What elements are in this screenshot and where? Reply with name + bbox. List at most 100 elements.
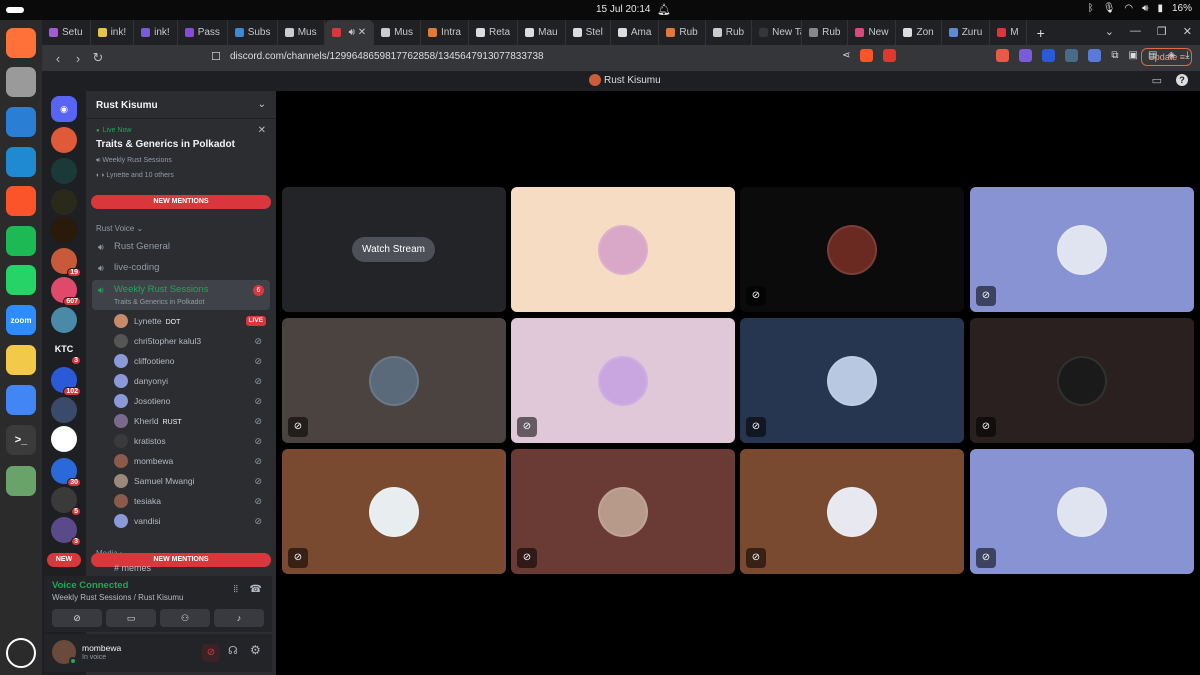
extension-icon[interactable] — [1088, 49, 1102, 62]
show-apps-icon[interactable] — [6, 638, 36, 668]
terminal-icon[interactable]: >_ — [6, 425, 36, 455]
server-icon[interactable]: 102 — [51, 367, 81, 396]
participant-tile[interactable]: ⊘ — [970, 318, 1194, 443]
participant-tile[interactable]: ⊘ — [970, 187, 1194, 312]
extension-icon[interactable] — [1019, 49, 1033, 62]
voice-location[interactable]: Weekly Rust Sessions / Rust Kisumu — [52, 593, 183, 602]
server-icon[interactable] — [51, 158, 77, 184]
spotify-icon[interactable] — [6, 226, 36, 256]
url-field[interactable]: discord.com/channels/1299648659817762858… — [230, 51, 544, 62]
stream-tile[interactable]: Watch Stream — [282, 187, 506, 312]
browser-tab[interactable]: ink! — [134, 20, 178, 45]
restore-button[interactable]: ❐ — [1157, 25, 1167, 38]
server-icon[interactable] — [51, 189, 77, 215]
server-icon[interactable]: 19 — [51, 248, 81, 277]
server-icon[interactable]: 🐱 — [51, 426, 77, 452]
forward-icon[interactable]: › — [68, 51, 88, 66]
browser-tab[interactable]: Reta — [469, 20, 519, 45]
server-icon[interactable] — [51, 217, 77, 243]
browser-tab[interactable]: Mus — [278, 20, 325, 45]
firefox-icon[interactable] — [6, 28, 36, 58]
discord-home-icon[interactable]: ◉ — [51, 96, 77, 122]
close-icon[interactable]: ✕ — [258, 125, 266, 136]
participant-tile[interactable] — [511, 187, 735, 312]
voice-member[interactable]: Josotieno ⊘ — [114, 392, 270, 410]
extension-icon[interactable] — [996, 49, 1010, 62]
brave-icon[interactable] — [6, 186, 36, 216]
participant-tile[interactable]: ⊘ — [511, 318, 735, 443]
voice-member[interactable]: cliffootieno ⊘ — [114, 352, 270, 370]
extension-icon[interactable] — [1065, 49, 1079, 62]
os-clock[interactable]: 15 Jul 20:14 — [596, 4, 651, 15]
category-rust-voice[interactable]: Rust Voice ⌄ — [96, 224, 143, 233]
channel-live-coding[interactable]: 🔊︎ live-coding — [92, 258, 270, 278]
brave-rewards-icon[interactable] — [883, 49, 897, 62]
server-icon[interactable]: 5 — [51, 487, 81, 516]
server-icon[interactable] — [51, 127, 77, 153]
participant-tile[interactable]: ⊘ — [740, 318, 964, 443]
browser-tab[interactable]: New — [848, 20, 897, 45]
new-mentions-top[interactable]: NEW MENTIONS — [91, 195, 271, 209]
extension-icon[interactable] — [1042, 49, 1056, 62]
share-icon[interactable]: ⋖ — [842, 50, 850, 61]
gear-icon[interactable]: ⚙ — [250, 643, 261, 657]
channel-rust-general[interactable]: 🔊︎ Rust General — [92, 237, 270, 257]
channel-memes[interactable]: # memes — [114, 563, 151, 573]
browser-tab[interactable]: Stel — [566, 20, 611, 45]
voice-member[interactable]: Lynette DOT LIVE — [114, 312, 270, 330]
inbox-icon[interactable]: ▭ — [1152, 74, 1162, 87]
text-editor-icon[interactable] — [6, 345, 36, 375]
browser-tab[interactable]: Ama — [611, 20, 660, 45]
voice-member[interactable]: mombewa ⊘ — [114, 452, 270, 470]
browser-tab[interactable]: Zuru — [942, 20, 991, 45]
writer-icon[interactable] — [6, 107, 36, 137]
participant-tile[interactable]: ⊘ — [282, 318, 506, 443]
browser-tab[interactable]: Rub — [659, 20, 706, 45]
close-window-button[interactable]: ✕ — [1183, 25, 1192, 38]
server-icon[interactable]: 30 — [51, 458, 81, 487]
browser-tab[interactable]: Zon — [896, 20, 942, 45]
server-icon[interactable] — [51, 397, 77, 423]
server-icon[interactable]: KTC 3 — [51, 336, 81, 365]
bookmark-icon[interactable]: ☐ — [211, 50, 221, 63]
browser-tab[interactable]: M — [990, 20, 1027, 45]
voice-member[interactable]: Samuel Mwangi ⊘ — [114, 472, 270, 490]
browser-tab[interactable]: ink! — [91, 20, 135, 45]
participant-tile[interactable]: ⊘ — [511, 449, 735, 574]
camera-off-button[interactable]: ⊘ — [52, 609, 102, 627]
mic-muted-icon[interactable]: ⊘ — [202, 644, 220, 662]
reload-icon[interactable]: ↻ — [88, 50, 108, 66]
server-icon[interactable]: 607 — [51, 277, 81, 306]
live-event-card[interactable]: Live Now ✕ Traits & Generics in Polkadot… — [90, 123, 272, 185]
participant-tile[interactable]: ⊘ — [282, 449, 506, 574]
user-name[interactable]: mombewa — [82, 643, 121, 653]
browser-tab[interactable]: Subs — [228, 20, 278, 45]
bell-icon[interactable]: 🔔︎ — [657, 3, 671, 16]
system-tray[interactable]: ᛒ 🎙︎ ◠ 🔊︎ ▮ 16% — [1088, 3, 1192, 14]
tab-audio-close-icon[interactable]: 🔊︎ ✕ — [349, 27, 366, 38]
share-screen-button[interactable]: ▭ — [106, 609, 156, 627]
participant-tile[interactable]: ⊘ — [970, 449, 1194, 574]
brave-shields-icon[interactable] — [860, 49, 874, 62]
soundboard-button[interactable]: ♪ — [214, 609, 264, 627]
browser-tab[interactable]: 🔊︎ ✕ — [324, 20, 375, 45]
server-icon[interactable]: 3 — [51, 517, 81, 546]
participant-tile[interactable]: ⊘ — [740, 187, 964, 312]
browser-tab[interactable]: Rub — [706, 20, 753, 45]
voice-member[interactable]: chri5topher kalul3 ⊘ — [114, 332, 270, 350]
activity-button[interactable]: ⚇ — [160, 609, 210, 627]
activities-indicator[interactable] — [6, 7, 24, 13]
voice-member[interactable]: tesiaka ⊘ — [114, 492, 270, 510]
browser-tab[interactable]: Pass — [178, 20, 228, 45]
zoom-icon[interactable]: zoom — [6, 305, 36, 335]
new-tab-button[interactable]: + — [1027, 25, 1055, 41]
browser-tab[interactable]: New Ta — [752, 20, 803, 45]
watch-stream-button[interactable]: Watch Stream — [352, 237, 435, 262]
browser-tab[interactable]: Intra — [421, 20, 469, 45]
signal-icon[interactable]: ⦙⦙ — [234, 584, 238, 595]
browser-tab[interactable]: Setu — [42, 20, 91, 45]
tab-list-icon[interactable]: ⌄ — [1105, 25, 1114, 38]
channel-weekly-rust-sessions[interactable]: 🔊︎ Weekly Rust Sessions Traits & Generic… — [92, 280, 270, 310]
chrome-icon[interactable] — [6, 385, 36, 415]
voice-member[interactable]: Kherld RUST ⊘ — [114, 412, 270, 430]
